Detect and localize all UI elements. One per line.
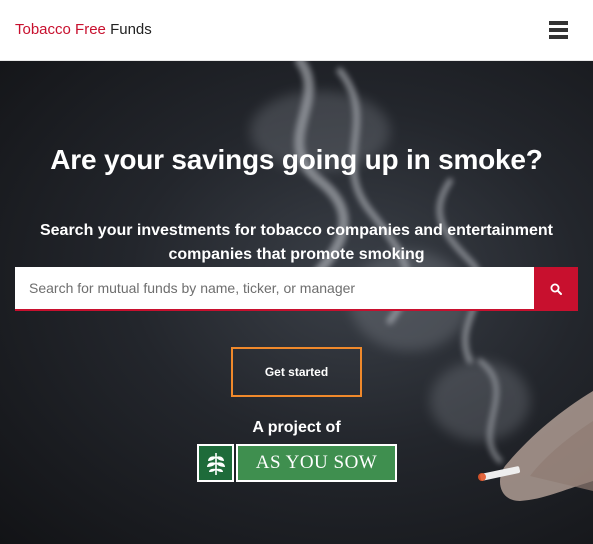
project-of-label: A project of bbox=[252, 419, 341, 436]
brand-name-part1: Tobacco Free bbox=[15, 21, 106, 38]
hero-subheadline: Search your investments for tobacco comp… bbox=[39, 222, 554, 263]
hamburger-menu-icon[interactable] bbox=[548, 20, 570, 40]
search-button[interactable] bbox=[534, 267, 578, 311]
search-icon bbox=[550, 283, 562, 295]
leaf-icon bbox=[197, 444, 234, 482]
hero-section: Are your savings going up in smoke? Sear… bbox=[0, 61, 593, 544]
as-you-sow-logo-text: AS YOU SOW bbox=[236, 444, 397, 482]
top-navbar: Tobacco Free Funds bbox=[0, 0, 593, 61]
fund-search-input[interactable] bbox=[15, 267, 534, 311]
fund-search-form bbox=[15, 267, 578, 311]
get-started-button[interactable]: Get started bbox=[231, 347, 362, 397]
as-you-sow-logo[interactable]: AS YOU SOW bbox=[197, 444, 397, 482]
hero-headline: Are your savings going up in smoke? bbox=[50, 144, 543, 175]
brand-logo[interactable]: Tobacco Free Funds bbox=[15, 20, 152, 40]
brand-name-part2: Funds bbox=[110, 21, 152, 38]
